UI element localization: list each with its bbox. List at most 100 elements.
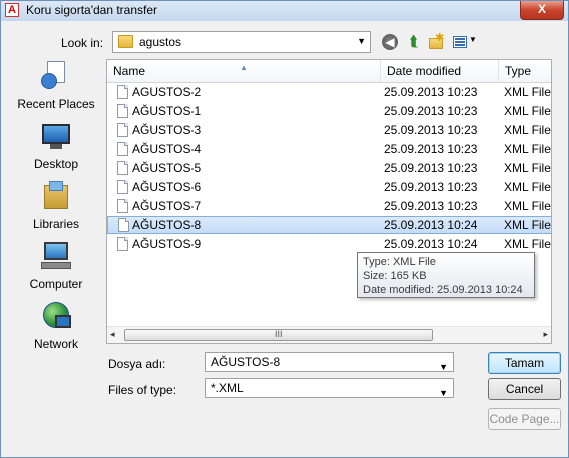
back-icon[interactable]: ◀ xyxy=(382,34,398,50)
file-row[interactable]: AĞUSTOS-5 25.09.2013 10:23 XML File xyxy=(107,159,551,177)
file-dialog-window: A Koru sigorta'dan transfer X Look in: a… xyxy=(0,0,569,458)
file-name: AĞUSTOS-9 xyxy=(132,237,202,251)
file-date: 25.09.2013 10:23 xyxy=(384,161,478,175)
scroll-right-icon[interactable]: ▸ xyxy=(543,329,548,340)
code-page-button[interactable]: Code Page... xyxy=(488,408,561,430)
place-recent[interactable]: Recent Places xyxy=(16,59,96,115)
file-type: XML File xyxy=(504,180,551,194)
file-row[interactable]: AĞUSTOS-9 25.09.2013 10:24 XML File xyxy=(107,235,551,253)
views-menu-icon[interactable]: ▼ xyxy=(453,33,477,51)
scrollbar-grip: III xyxy=(275,329,283,339)
file-type: XML File xyxy=(504,218,551,232)
filename-label: Dosya adı: xyxy=(108,357,166,371)
place-libraries[interactable]: Libraries xyxy=(16,179,96,235)
file-date: 25.09.2013 10:23 xyxy=(384,104,478,118)
xml-file-icon xyxy=(117,180,128,194)
file-row[interactable]: AĞUSTOS-6 25.09.2013 10:23 XML File xyxy=(107,178,551,196)
sort-ascending-icon: ▲ xyxy=(240,63,248,72)
place-label: Network xyxy=(33,337,78,351)
file-date: 25.09.2013 10:23 xyxy=(384,85,478,99)
tooltip-type: Type: XML File xyxy=(363,256,436,268)
title-bar: A Koru sigorta'dan transfer X xyxy=(1,1,568,21)
file-row[interactable]: AĞUSTOS-3 25.09.2013 10:23 XML File xyxy=(107,121,551,139)
file-type: XML File xyxy=(504,161,551,175)
xml-file-icon xyxy=(117,104,128,118)
chevron-down-icon[interactable]: ▼ xyxy=(439,384,448,402)
filetype-label: Files of type: xyxy=(108,383,177,397)
up-folder-icon[interactable]: ⮬ xyxy=(405,33,423,51)
filename-value: AĞUSTOS-8 xyxy=(211,355,281,369)
file-row[interactable]: AĞUSTOS-4 25.09.2013 10:23 XML File xyxy=(107,140,551,158)
close-button[interactable]: X xyxy=(520,1,564,20)
cancel-button[interactable]: Cancel xyxy=(488,378,561,400)
file-list[interactable]: ▲ Name Date modified Type AGUSTOS-2 25.09… xyxy=(106,59,552,344)
look-in-label: Look in: xyxy=(61,36,104,50)
place-label: Desktop xyxy=(33,157,79,171)
tooltip-date: Date modified: 25.09.2013 10:24 xyxy=(363,284,523,296)
app-icon: A xyxy=(5,3,19,17)
libraries-icon xyxy=(41,181,71,211)
file-date: 25.09.2013 10:24 xyxy=(384,237,478,251)
network-icon xyxy=(41,301,71,331)
place-label: Computer xyxy=(29,277,83,291)
file-date: 25.09.2013 10:23 xyxy=(384,123,478,137)
xml-file-icon xyxy=(117,161,128,175)
column-header-type[interactable]: Type xyxy=(499,60,551,82)
column-header-date[interactable]: Date modified xyxy=(381,60,499,82)
chevron-down-icon[interactable]: ▼ xyxy=(357,36,366,46)
filetype-select[interactable]: *.XML ▼ xyxy=(205,378,454,398)
filetype-value: *.XML xyxy=(211,381,244,395)
xml-file-icon xyxy=(118,218,129,232)
places-bar: Recent Places Desktop Libraries Computer… xyxy=(16,59,96,359)
xml-file-icon xyxy=(117,199,128,213)
xml-file-icon xyxy=(117,142,128,156)
tooltip-size: Size: 165 KB xyxy=(363,270,427,282)
file-name: AĞUSTOS-6 xyxy=(132,180,202,194)
filename-combo[interactable]: AĞUSTOS-8 ▼ xyxy=(205,352,454,372)
scroll-left-icon[interactable]: ◂ xyxy=(110,329,115,340)
file-row[interactable]: AĞUSTOS-7 25.09.2013 10:23 XML File xyxy=(107,197,551,215)
file-date: 25.09.2013 10:23 xyxy=(384,180,478,194)
file-date: 25.09.2013 10:23 xyxy=(384,142,478,156)
folder-icon xyxy=(118,35,133,48)
file-row[interactable]: AĞUSTOS-1 25.09.2013 10:23 XML File xyxy=(107,102,551,120)
desktop-icon xyxy=(41,121,71,151)
new-folder-icon[interactable]: ✱ xyxy=(428,32,446,51)
place-label: Recent Places xyxy=(17,97,95,111)
file-date: 25.09.2013 10:24 xyxy=(384,218,478,232)
file-name: AĞUSTOS-3 xyxy=(132,123,202,137)
dialog-body: Look in: agustos ▼ ◀ ⮬ ✱ ▼ Recent Places… xyxy=(8,25,561,453)
file-name: AĞUSTOS-7 xyxy=(132,199,202,213)
xml-file-icon xyxy=(117,123,128,137)
file-date: 25.09.2013 10:23 xyxy=(384,199,478,213)
scrollbar-thumb[interactable]: III xyxy=(124,329,433,341)
look-in-combo[interactable]: agustos ▼ xyxy=(112,31,371,53)
place-network[interactable]: Network xyxy=(16,299,96,355)
file-type: XML File xyxy=(504,85,551,99)
file-info-tooltip: Type: XML File Size: 165 KB Date modifie… xyxy=(357,252,535,298)
window-title: Koru sigorta'dan transfer xyxy=(26,3,158,17)
place-computer[interactable]: Computer xyxy=(16,239,96,295)
column-header-name[interactable]: ▲ Name xyxy=(107,60,381,82)
xml-file-icon xyxy=(117,85,128,99)
file-name: AĞUSTOS-5 xyxy=(132,161,202,175)
file-name: AĞUSTOS-1 xyxy=(132,104,202,118)
computer-icon xyxy=(41,241,71,271)
recent-places-icon xyxy=(41,61,71,91)
place-desktop[interactable]: Desktop xyxy=(16,119,96,175)
file-type: XML File xyxy=(504,142,551,156)
file-type: XML File xyxy=(504,199,551,213)
open-button[interactable]: Tamam xyxy=(488,352,561,374)
place-label: Libraries xyxy=(32,217,80,231)
file-name: AGUSTOS-2 xyxy=(132,85,202,99)
file-type: XML File xyxy=(504,104,551,118)
file-name: AĞUSTOS-8 xyxy=(132,218,202,232)
file-row-selected[interactable]: AĞUSTOS-8 25.09.2013 10:24 XML File xyxy=(107,216,551,234)
file-type: XML File xyxy=(504,123,551,137)
file-type: XML File xyxy=(504,237,551,251)
chevron-down-icon[interactable]: ▼ xyxy=(439,358,448,376)
look-in-value: agustos xyxy=(139,35,182,49)
file-row[interactable]: AGUSTOS-2 25.09.2013 10:23 XML File xyxy=(107,83,551,101)
horizontal-scrollbar[interactable]: ◂ III ▸ xyxy=(107,326,551,343)
list-header: ▲ Name Date modified Type xyxy=(107,60,551,83)
